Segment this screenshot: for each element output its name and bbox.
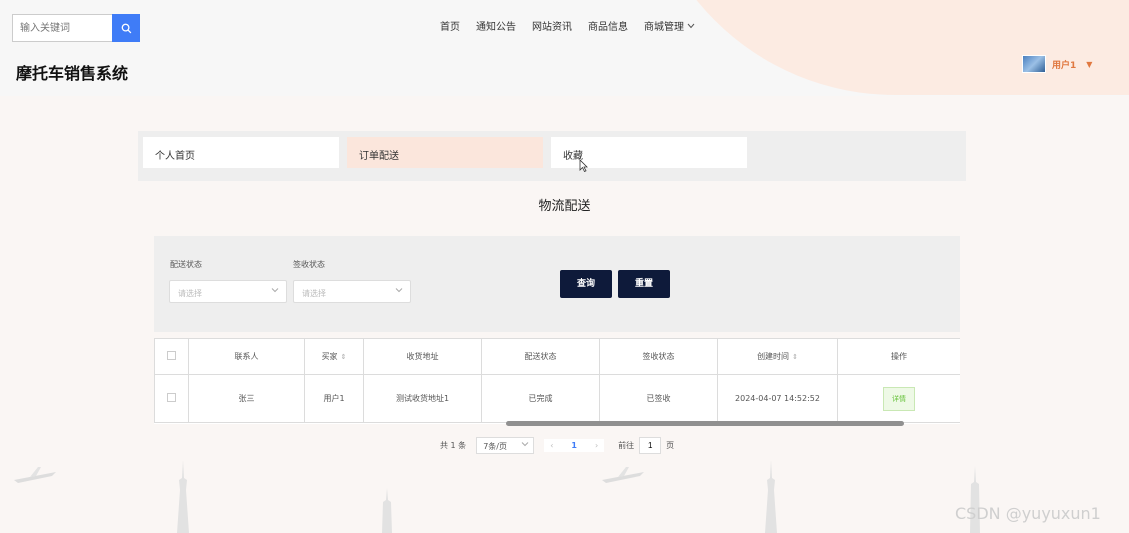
page-size-select[interactable]: 7条/页 xyxy=(476,437,535,454)
delivery-status-label: 配送状态 xyxy=(170,260,202,269)
sign-status-label: 签收状态 xyxy=(293,260,325,269)
header-buyer-label: 买家 xyxy=(321,352,338,361)
chevron-down-icon xyxy=(687,23,695,28)
tab-order-delivery[interactable]: 订单配送 xyxy=(347,137,543,168)
nav-mall-manage[interactable]: 商城管理 xyxy=(644,18,695,33)
mouse-cursor-icon xyxy=(579,159,588,172)
header: 首页 通知公告 网站资讯 商品信息 商城管理 摩托车销售系统 用户1 ▼ xyxy=(0,0,1129,96)
tower-decoration-icon xyxy=(382,488,392,533)
cell-action: 详情 xyxy=(837,374,960,423)
header-decoration xyxy=(640,0,1129,95)
header-created[interactable]: 创建时间 ⇕ xyxy=(717,338,838,375)
page-nav: ‹ 1 › xyxy=(544,439,605,452)
header-delivery-status: 配送状态 xyxy=(481,338,600,375)
header-created-label: 创建时间 xyxy=(757,352,790,361)
pagination-total: 共 1 条 xyxy=(440,441,467,450)
cell-created: 2024-04-07 14:52:52 xyxy=(717,374,838,423)
cell-delivery-status: 已完成 xyxy=(481,374,600,423)
table: 联系人 买家 ⇕ 收货地址 配送状态 签收状态 创建时间 ⇕ 操作 张三 用户1 测… xyxy=(154,338,960,423)
reset-button[interactable]: 重置 xyxy=(618,270,670,298)
search-bar xyxy=(12,14,140,42)
row-select-cell xyxy=(154,374,189,423)
watermark: CSDN @yuyuxun1 xyxy=(955,504,1101,523)
page-unit-label: 页 xyxy=(666,441,675,450)
select-all-cell xyxy=(154,338,189,375)
delivery-status-select[interactable]: 请选择 xyxy=(169,280,287,303)
chevron-down-icon xyxy=(521,442,529,447)
delivery-status-placeholder: 请选择 xyxy=(178,289,202,298)
chevron-down-icon xyxy=(271,288,279,293)
header-sign-status: 签收状态 xyxy=(599,338,718,375)
cell-sign-status: 已签收 xyxy=(599,374,718,423)
nav-news[interactable]: 网站资讯 xyxy=(532,18,572,33)
nav-home[interactable]: 首页 xyxy=(440,18,460,33)
tab-bar: 个人首页 订单配送 收藏 xyxy=(138,131,966,181)
cell-contact: 张三 xyxy=(188,374,305,423)
table-row: 张三 用户1 测试收货地址1 已完成 已签收 2024-04-07 14:52:… xyxy=(154,374,960,423)
tab-profile[interactable]: 个人首页 xyxy=(143,137,339,168)
header-contact: 联系人 xyxy=(188,338,305,375)
search-icon xyxy=(121,23,131,33)
goto-page-input[interactable] xyxy=(639,437,662,454)
user-menu[interactable]: 用户1 ▼ xyxy=(1022,55,1092,73)
select-all-checkbox[interactable] xyxy=(167,351,176,360)
user-name: 用户1 xyxy=(1052,60,1077,71)
sign-status-placeholder: 请选择 xyxy=(302,289,326,298)
table-horizontal-scrollbar[interactable] xyxy=(506,421,904,426)
row-checkbox[interactable] xyxy=(167,393,176,402)
nav-mall-manage-label: 商城管理 xyxy=(644,22,684,33)
cell-address: 测试收货地址1 xyxy=(363,374,482,423)
nav-products[interactable]: 商品信息 xyxy=(588,18,628,33)
header-address: 收货地址 xyxy=(363,338,482,375)
sort-icon: ⇕ xyxy=(792,353,798,361)
search-button[interactable] xyxy=(112,14,140,42)
site-title: 摩托车销售系统 xyxy=(16,64,129,83)
current-page[interactable]: 1 xyxy=(571,441,577,450)
header-action: 操作 xyxy=(837,338,960,375)
chevron-down-icon xyxy=(395,288,403,293)
tower-decoration-icon xyxy=(177,460,189,533)
avatar xyxy=(1022,55,1046,73)
next-page-icon[interactable]: › xyxy=(595,441,598,450)
search-input[interactable] xyxy=(12,14,112,42)
detail-button[interactable]: 详情 xyxy=(883,386,915,411)
goto-label: 前往 xyxy=(618,441,635,450)
filter-panel: 配送状态 请选择 签收状态 请选择 查询 重置 xyxy=(154,236,960,332)
airplane-decoration-icon xyxy=(14,467,56,483)
pagination: 共 1 条 7条/页 ‹ 1 › 前往 页 xyxy=(440,437,674,454)
cell-buyer: 用户1 xyxy=(304,374,364,423)
table-header-row: 联系人 买家 ⇕ 收货地址 配送状态 签收状态 创建时间 ⇕ 操作 xyxy=(154,338,960,375)
tower-decoration-icon xyxy=(765,460,777,533)
sign-status-select[interactable]: 请选择 xyxy=(293,280,411,303)
top-nav: 首页 通知公告 网站资讯 商品信息 商城管理 xyxy=(440,18,695,33)
delivery-table: 联系人 买家 ⇕ 收货地址 配送状态 签收状态 创建时间 ⇕ 操作 张三 用户1 测… xyxy=(154,338,960,424)
query-button[interactable]: 查询 xyxy=(560,270,612,298)
prev-page-icon[interactable]: ‹ xyxy=(550,441,553,450)
nav-notice[interactable]: 通知公告 xyxy=(476,18,516,33)
header-buyer[interactable]: 买家 ⇕ xyxy=(304,338,364,375)
airplane-decoration-icon xyxy=(602,467,644,483)
page-size-value: 7条/页 xyxy=(483,442,507,451)
section-title: 物流配送 xyxy=(538,199,591,214)
caret-down-icon: ▼ xyxy=(1086,59,1093,69)
sort-icon: ⇕ xyxy=(340,353,347,361)
